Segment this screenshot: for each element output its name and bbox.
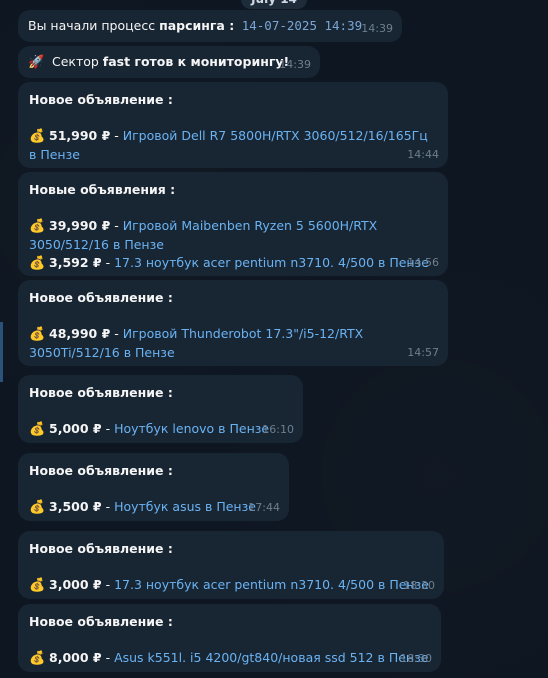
money-bag-icon: 💰	[29, 500, 46, 515]
listing-price: 39,990 ₽	[49, 218, 111, 233]
message-text: Вы начали процесс	[28, 18, 160, 33]
money-bag-icon: 💰	[29, 578, 46, 593]
message-time: 14:57	[407, 346, 439, 359]
listing-separator: -	[101, 255, 115, 270]
message-time: 14:39	[279, 58, 311, 71]
message-time: 14:44	[407, 148, 439, 161]
money-bag-icon: 💰	[29, 219, 46, 234]
message-bold-text: fast готов к мониторингу!	[102, 54, 290, 69]
money-bag-icon: 💰	[29, 422, 46, 437]
listing-price: 51,990 ₽	[49, 128, 111, 143]
message-time: 14:56	[407, 256, 439, 269]
listing: 💰 5,000 ₽ - Ноутбук lenovo в Пензе	[29, 420, 292, 439]
listing-price: 3,592 ₽	[49, 255, 102, 270]
message-bubble[interactable]: Новое объявление : 💰 5,000 ₽ - Ноутбук le…	[18, 375, 303, 443]
message-bubble[interactable]: Новое объявление : 💰 3,000 ₽ - 17.3 ноутб…	[18, 531, 444, 599]
listing-link[interactable]: 17.3 ноутбук acer pentium n3710. 4/500 в…	[114, 577, 429, 592]
listing-separator: -	[101, 577, 115, 592]
listing-separator: -	[110, 128, 123, 143]
message-title: Новые объявления :	[29, 182, 176, 197]
message-time: 16:10	[262, 423, 294, 436]
listing-separator: -	[110, 326, 123, 341]
message-bubble[interactable]: 🚀 Сектор fast готов к мониторингу! 14:39	[18, 46, 320, 78]
listing-price: 3,500 ₽	[49, 499, 102, 514]
listing-price: 3,000 ₽	[49, 577, 102, 592]
message-title: Новое объявление :	[29, 92, 173, 107]
date-separator[interactable]: July 14	[241, 0, 307, 9]
listing-link[interactable]: Ноутбук asus в Пензе	[114, 499, 256, 514]
listing-separator: -	[101, 421, 115, 436]
listing: 💰 8,000 ₽ - Asus k551l. i5 4200/gt840/нов…	[29, 649, 430, 668]
message-time: 18:30	[403, 579, 435, 592]
rocket-icon: 🚀	[28, 55, 45, 70]
listing: 💰 3,592 ₽ - 17.3 ноутбук acer pentium n37…	[29, 254, 437, 273]
message-title: Новое объявление :	[29, 385, 173, 400]
message-title: Новое объявление :	[29, 541, 173, 556]
listing-link[interactable]: 17.3 ноутбук acer pentium n3710. 4/500 в…	[114, 255, 429, 270]
money-bag-icon: 💰	[29, 327, 46, 342]
listing-price: 8,000 ₽	[49, 650, 102, 665]
listing: 💰 3,500 ₽ - Ноутбук asus в Пензе	[29, 498, 278, 517]
message-title: Новое объявление :	[29, 463, 173, 478]
datetime-code: 14-07-2025 14:39	[234, 18, 363, 33]
message-time: 18:30	[400, 652, 432, 665]
message-text: Сектор	[48, 54, 103, 69]
money-bag-icon: 💰	[29, 651, 46, 666]
listing-separator: -	[101, 650, 115, 665]
message-bubble[interactable]: Новое объявление : 💰 3,500 ₽ - Ноутбук as…	[18, 453, 289, 521]
message-title: Новое объявление :	[29, 290, 173, 305]
message-title: Новое объявление :	[29, 614, 173, 629]
listing-price: 48,990 ₽	[49, 326, 111, 341]
listing: 💰 39,990 ₽ - Игровой Maibenben Ryzen 5 56…	[29, 217, 437, 254]
listing: 💰 48,990 ₽ - Игровой Thunderobot 17.3"/i5…	[29, 325, 437, 362]
money-bag-icon: 💰	[29, 256, 46, 271]
money-bag-icon: 💰	[29, 129, 46, 144]
message-bold-text: парсинга :	[159, 18, 235, 33]
message-bubble[interactable]: Новые объявления : 💰 39,990 ₽ - Игровой M…	[18, 172, 448, 276]
listing-separator: -	[110, 218, 123, 233]
listing-link[interactable]: Asus k551l. i5 4200/gt840/новая ssd 512 …	[114, 650, 428, 665]
message-bubble[interactable]: Новое объявление : 💰 48,990 ₽ - Игровой T…	[18, 280, 448, 366]
listing-separator: -	[101, 499, 115, 514]
listing: 💰 3,000 ₽ - 17.3 ноутбук acer pentium n37…	[29, 576, 433, 595]
message-bubble[interactable]: Вы начали процесс парсинга : 14-07-2025 …	[18, 10, 402, 42]
listing: 💰 51,990 ₽ - Игровой Dell R7 5800H/RTX 30…	[29, 127, 437, 164]
scroll-indicator[interactable]	[0, 322, 3, 382]
message-time: 17:44	[248, 501, 280, 514]
message-bubble[interactable]: Новое объявление : 💰 51,990 ₽ - Игровой D…	[18, 82, 448, 168]
message-time: 14:39	[361, 22, 393, 35]
message-bubble[interactable]: Новое объявление : 💰 8,000 ₽ - Asus k551l…	[18, 604, 441, 672]
listing-link[interactable]: Ноутбук lenovo в Пензе	[114, 421, 269, 436]
listing-price: 5,000 ₽	[49, 421, 102, 436]
